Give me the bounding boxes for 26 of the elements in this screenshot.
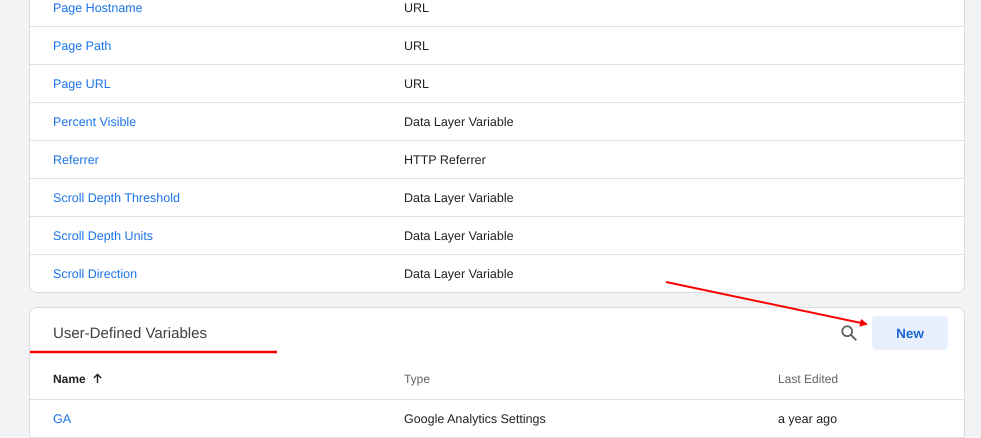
variable-link[interactable]: Scroll Depth Threshold [53, 190, 404, 204]
table-cell-text: Google Analytics Settings [404, 412, 547, 426]
table-cell: Data Layer Variable [404, 266, 514, 280]
table-cell: URL [404, 0, 430, 14]
arrow-up-icon[interactable] [92, 373, 103, 384]
table-cell: HTTP Referrer [404, 152, 486, 166]
table-cell: Data Layer Variable [404, 190, 514, 204]
search-icon[interactable] [840, 324, 858, 342]
table-cell: URL [404, 76, 430, 90]
section-title: User-Defined Variables [53, 324, 208, 342]
table-cell: a year ago [778, 412, 838, 426]
table-cell: Data Layer Variable [404, 114, 514, 128]
column-header[interactable]: Last Edited [778, 372, 838, 386]
column-header[interactable]: Name [53, 372, 86, 386]
variable-link[interactable]: Scroll Direction [53, 266, 404, 280]
table-cell: URL [404, 38, 430, 52]
column-header[interactable]: Type [404, 372, 430, 386]
variable-link[interactable]: Page URL [53, 76, 404, 90]
new-button[interactable]: New [872, 316, 948, 350]
variable-link[interactable]: Scroll Depth Units [53, 228, 404, 242]
variable-link[interactable]: Page Hostname [53, 0, 404, 14]
variable-link[interactable]: Percent Visible [53, 114, 404, 128]
variable-link[interactable]: GA [53, 412, 404, 426]
variable-link[interactable]: Page Path [53, 38, 404, 52]
variable-link[interactable]: Referrer [53, 152, 404, 166]
table-cell: Data Layer Variable [404, 228, 514, 242]
